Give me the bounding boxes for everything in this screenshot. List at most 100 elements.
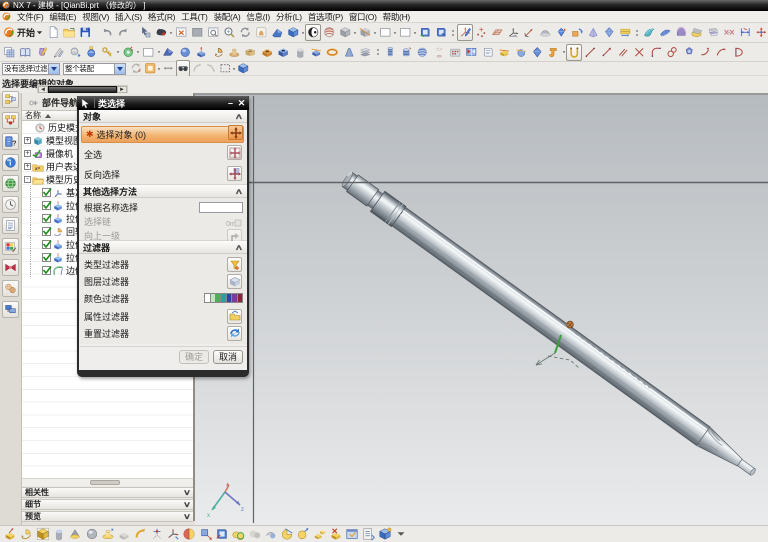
cylinder-op-button[interactable] — [51, 526, 67, 542]
instance-button[interactable] — [447, 44, 463, 61]
select-objects-button[interactable] — [228, 125, 243, 140]
menu-h[interactable]: 帮助(H) — [380, 10, 413, 24]
invert-selection-button[interactable] — [227, 166, 242, 181]
cancel-button[interactable]: 取消 — [213, 350, 243, 364]
collapse-chevron-icon[interactable]: ∧ — [235, 112, 244, 121]
more-tools-caret[interactable] — [393, 526, 409, 542]
parallel-line-button[interactable] — [615, 44, 631, 61]
command-finder-button[interactable] — [153, 24, 169, 41]
tree-checkbox[interactable] — [42, 240, 52, 249]
line-button[interactable] — [582, 44, 598, 61]
scroll-thumb[interactable] — [48, 86, 117, 93]
extrude-op-button[interactable] — [2, 526, 18, 542]
touch-mode-button[interactable] — [137, 24, 153, 41]
next-selection-button[interactable] — [204, 60, 218, 77]
trim-op-button[interactable] — [279, 526, 295, 542]
navigator-section-2[interactable]: 细节 ∨ — [22, 499, 193, 510]
unite-op-button[interactable] — [230, 526, 246, 542]
list-op-button[interactable] — [361, 526, 377, 542]
swap-button[interactable] — [161, 60, 175, 77]
clip-section-button[interactable] — [357, 24, 373, 41]
datum-wedge-button[interactable] — [161, 44, 177, 61]
select-objects-row[interactable]: ✱ 选择对象 (0) — [81, 126, 244, 143]
name-filter-input[interactable] — [199, 202, 243, 213]
menu-s[interactable]: 插入(S) — [112, 10, 145, 24]
tree-checkbox[interactable] — [42, 214, 52, 223]
rotate-view-button[interactable] — [237, 24, 253, 41]
undo-button[interactable] — [99, 24, 115, 41]
datum-axis-button[interactable] — [521, 24, 537, 41]
prev-selection-button[interactable] — [190, 60, 204, 77]
trim-curve-button[interactable] — [697, 44, 713, 61]
filter-row-2[interactable]: 图层过滤器 — [79, 273, 247, 290]
replace-feature-button[interactable] — [553, 24, 569, 41]
pocket-op-button[interactable] — [116, 526, 132, 542]
expression-button[interactable] — [617, 24, 633, 41]
immediate-hide-button[interactable] — [83, 44, 99, 61]
tree-checkbox[interactable] — [42, 227, 52, 236]
menu-a[interactable]: 装配(A) — [211, 10, 244, 24]
gray-swatch-button[interactable] — [189, 24, 205, 41]
stripe-ball-button[interactable] — [414, 44, 430, 61]
thread2-button[interactable] — [398, 44, 414, 61]
scroll-right-icon[interactable]: ► — [117, 86, 127, 93]
pad-button[interactable] — [259, 44, 275, 61]
window-book2-button[interactable] — [433, 24, 449, 41]
revolve-op-button[interactable] — [18, 526, 34, 542]
dialog-close-button[interactable]: ✕ — [236, 96, 247, 110]
menu-t[interactable]: 工具(T) — [178, 10, 210, 24]
tree-checkbox[interactable] — [42, 266, 52, 275]
expand-chevron-icon[interactable]: ∨ — [183, 512, 191, 521]
select-by-name-row[interactable]: 根据名称选择 — [79, 200, 247, 215]
hole-button[interactable] — [275, 44, 291, 61]
filter-row-5[interactable]: 重置过滤器 — [79, 325, 247, 342]
snap-point-button[interactable] — [143, 60, 157, 77]
selection-filter-combo[interactable]: 没有选择过滤器 — [2, 62, 60, 75]
graphics-viewport[interactable]: z x z — [195, 93, 768, 525]
tree-checkbox[interactable] — [42, 201, 52, 210]
select-all-button[interactable] — [227, 145, 242, 160]
circle-button[interactable] — [664, 44, 680, 61]
edit-display-button[interactable] — [50, 44, 66, 61]
thicken-button[interactable] — [705, 24, 721, 41]
extend-curve-button[interactable] — [713, 44, 729, 61]
booklet-button[interactable] — [480, 44, 496, 61]
other-methods-section-header[interactable]: 其他选择方法 ∧ — [79, 185, 247, 198]
window-book1-button[interactable] — [417, 24, 433, 41]
menu-p[interactable]: 首选项(P) — [305, 10, 346, 24]
perspective-button[interactable] — [269, 24, 285, 41]
csys-op-button[interactable] — [165, 526, 181, 542]
dimension-button[interactable] — [737, 24, 753, 41]
offset-face-button[interactable] — [546, 44, 562, 61]
expand-chevron-icon[interactable]: ∨ — [183, 500, 191, 509]
wcs-display-button[interactable] — [34, 44, 50, 61]
boss-op-button[interactable] — [100, 526, 116, 542]
background-button[interactable] — [377, 24, 393, 41]
patch-op-button[interactable] — [344, 526, 360, 542]
offset-region-button[interactable] — [601, 24, 617, 41]
delete-face-button[interactable] — [328, 526, 344, 542]
zoom-button[interactable] — [221, 24, 237, 41]
cone-op-button[interactable] — [67, 526, 83, 542]
swept-button[interactable] — [657, 24, 673, 41]
layout-button[interactable] — [397, 24, 413, 41]
split-body-button[interactable] — [513, 44, 529, 61]
select-all-row[interactable]: 全选 — [79, 145, 247, 164]
start-button[interactable]: 开始 — [15, 26, 45, 39]
menu-i[interactable]: 信息(I) — [243, 10, 273, 24]
thread-button[interactable] — [382, 44, 398, 61]
halfmoon-op-button[interactable] — [181, 526, 197, 542]
redo-button[interactable] — [115, 24, 131, 41]
sketch-task-button[interactable] — [457, 24, 474, 41]
extract-op-button[interactable] — [214, 526, 230, 542]
wireframe-button[interactable] — [337, 24, 353, 41]
move-object-button[interactable] — [753, 24, 768, 41]
tree-expand-icon[interactable]: - — [24, 176, 31, 183]
touch-tab[interactable] — [2, 280, 19, 297]
collapse-chevron-icon[interactable]: ∧ — [235, 187, 244, 196]
scale-op-button[interactable] — [295, 526, 311, 542]
boss-button[interactable] — [226, 44, 242, 61]
trim-body-button[interactable] — [496, 44, 512, 61]
menu-f[interactable]: 文件(F) — [14, 10, 46, 24]
materials-tab[interactable] — [2, 217, 19, 234]
